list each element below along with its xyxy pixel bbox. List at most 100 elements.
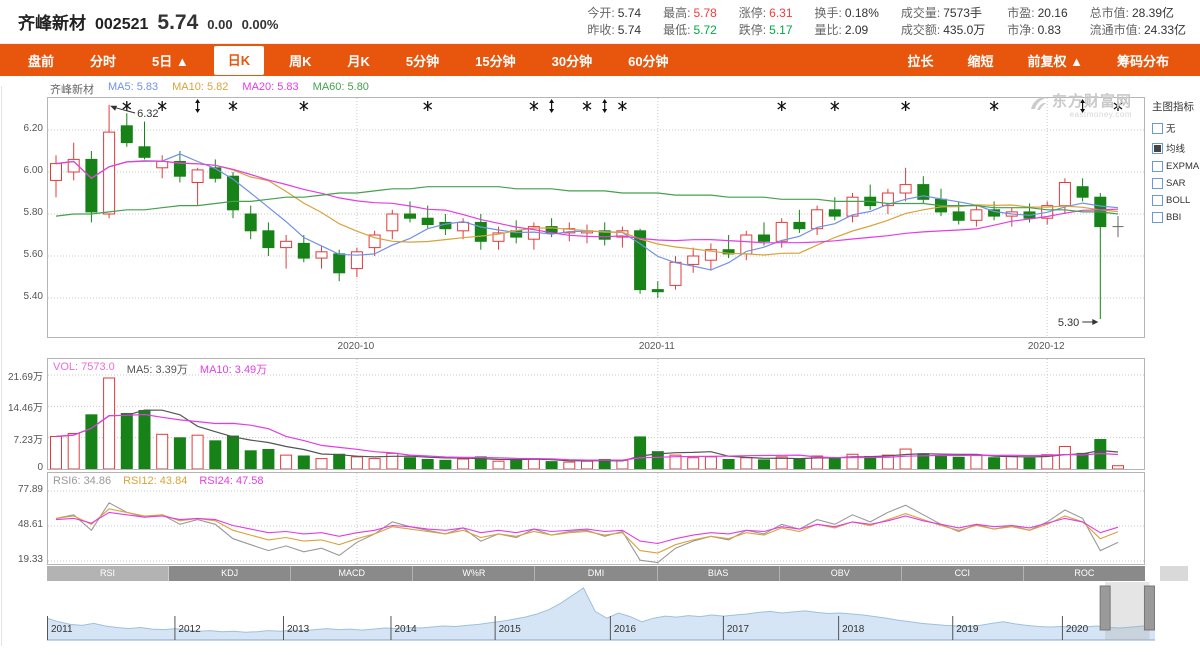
stat-column: 换手:0.18% 量比:2.09 <box>815 5 879 39</box>
history-timeline[interactable]: 2011201220132014201520162017201820192020 <box>47 582 1155 642</box>
stat-value: 7573手 <box>943 6 982 20</box>
indicator-checkbox[interactable] <box>1152 212 1163 223</box>
stock-title-group: 齐峰新材 002521 5.74 0.00 0.00% <box>18 9 278 35</box>
stat-label: 换手: <box>815 6 842 20</box>
indicator-option[interactable]: BBI <box>1152 212 1198 223</box>
period-tab[interactable]: 月K <box>337 46 381 75</box>
timeline-left-handle[interactable] <box>1100 586 1110 630</box>
period-tab[interactable]: 15分钟 <box>464 46 526 75</box>
period-tab[interactable]: 60分钟 <box>617 46 679 75</box>
main-chart-legend: 齐峰新材 MA5: 5.83 MA10: 5.82 MA20: 5.83 MA6… <box>50 81 369 97</box>
period-tab[interactable]: 5分钟 <box>395 46 450 75</box>
stock-name: 齐峰新材 <box>18 9 86 34</box>
stat-label: 总市值: <box>1090 6 1129 20</box>
y-axis-tick: 6.00 <box>0 165 43 176</box>
stock-code: 002521 <box>95 16 148 34</box>
y-axis-tick: 5.80 <box>0 207 43 218</box>
chart-tool-button[interactable]: 前复权 ▲ <box>1017 46 1094 75</box>
indicator-option[interactable]: 均线 <box>1152 141 1198 155</box>
stat-column: 市盈:20.16市净:0.83 <box>1007 5 1067 39</box>
indicator-tab[interactable]: RSI <box>47 566 169 581</box>
indicator-tab[interactable]: KDJ <box>169 566 291 581</box>
stat-column: 涨停:6.31跌停:5.17 <box>739 5 793 39</box>
stat-label: 量比: <box>815 23 842 37</box>
timeline-year-label: 2018 <box>842 624 865 635</box>
indicator-tab[interactable]: MACD <box>291 566 413 581</box>
x-axis-label: 2020-11 <box>625 341 689 352</box>
stat-row: 量比:2.09 <box>815 22 879 39</box>
sidebar-title: 主图指标 <box>1152 99 1198 114</box>
chart-tool-button[interactable]: 筹码分布 <box>1106 46 1180 75</box>
indicator-tab[interactable]: DMI <box>535 566 657 581</box>
indicator-bar-handle[interactable] <box>1160 566 1188 581</box>
low-annotation: 5.30 <box>1058 317 1079 329</box>
period-tab[interactable]: 周K <box>278 46 322 75</box>
header-stats: 今开:5.74昨收:5.74最高:5.78最低:5.72涨停:6.31跌停:5.… <box>587 5 1186 39</box>
stat-row: 市净:0.83 <box>1007 22 1067 39</box>
indicator-option[interactable]: 无 <box>1152 121 1198 135</box>
indicator-option-label: BOLL <box>1166 195 1190 206</box>
chart-tool-button[interactable]: 缩短 <box>956 46 1004 75</box>
indicator-tab[interactable]: W%R <box>413 566 535 581</box>
indicator-option[interactable]: SAR <box>1152 178 1198 189</box>
indicator-option-label: 无 <box>1166 121 1176 135</box>
timeline-year-label: 2016 <box>614 624 637 635</box>
stock-header: 齐峰新材 002521 5.74 0.00 0.00% 今开:5.74昨收:5.… <box>0 0 1200 44</box>
sidebar-options: 无均线 EXPMA SAR BOLL BBI <box>1152 121 1198 223</box>
y-axis-tick: 7.23万 <box>0 431 43 446</box>
indicator-checkbox[interactable] <box>1152 178 1163 189</box>
stat-value: 5.74 <box>618 23 641 37</box>
stat-column: 总市值:28.39亿流通市值:24.33亿 <box>1090 5 1186 39</box>
legend-rsi12: RSI12: 43.84 <box>123 475 187 487</box>
indicator-checkbox[interactable] <box>1152 195 1163 206</box>
stock-price: 5.74 <box>157 11 198 35</box>
stat-value: 20.16 <box>1038 6 1068 20</box>
timeline-year-label: 2017 <box>727 624 750 635</box>
indicator-option-label: BBI <box>1166 212 1181 223</box>
main-indicator-sidebar: 主图指标 无均线 EXPMA SAR BOLL BBI <box>1152 99 1198 229</box>
y-axis-tick: 77.89 <box>0 484 43 495</box>
stat-value: 0.18% <box>845 6 879 20</box>
stat-row: 总市值:28.39亿 <box>1090 5 1186 22</box>
y-axis-tick: 6.20 <box>0 123 43 134</box>
indicator-checkbox[interactable] <box>1152 161 1163 172</box>
stat-value: 435.0万 <box>943 23 985 37</box>
stock-chart-app: 齐峰新材 002521 5.74 0.00 0.00% 今开:5.74昨收:5.… <box>0 0 1200 655</box>
indicator-tab-bar: RSIKDJMACDW%RDMIBIASOBVCCIROC <box>47 566 1145 581</box>
period-tab[interactable]: 30分钟 <box>541 46 603 75</box>
timeline-year-label: 2019 <box>956 624 979 635</box>
stat-row: 最低:5.72 <box>663 22 717 39</box>
stat-value: 24.33亿 <box>1144 23 1186 37</box>
legend-vol: VOL: 7573.0 <box>53 361 115 377</box>
indicator-tab[interactable]: CCI <box>902 566 1024 581</box>
indicator-tab[interactable]: BIAS <box>658 566 780 581</box>
timeline-year-label: 2020 <box>1066 624 1089 635</box>
y-axis-tick: 0 <box>0 462 43 473</box>
legend-ma5: MA5: 5.83 <box>108 81 158 97</box>
timeline-year-label: 2015 <box>499 624 522 635</box>
indicator-option[interactable]: BOLL <box>1152 195 1198 206</box>
period-tab[interactable]: 分时 <box>79 46 127 75</box>
stat-row: 最高:5.78 <box>663 5 717 22</box>
period-tab[interactable]: 5日 ▲ <box>141 46 200 75</box>
y-axis-tick: 5.40 <box>0 291 43 302</box>
legend-rsi6: RSI6: 34.86 <box>53 475 111 487</box>
stat-label: 涨停: <box>739 6 766 20</box>
legend-rsi24: RSI24: 47.58 <box>199 475 263 487</box>
chart-tool-button[interactable]: 拉长 <box>896 46 944 75</box>
period-tab[interactable]: 盘前 <box>17 46 65 75</box>
stat-value: 5.78 <box>693 6 716 20</box>
indicator-checkbox[interactable] <box>1152 143 1163 154</box>
timeline-year-label: 2013 <box>287 624 310 635</box>
indicator-option[interactable]: EXPMA <box>1152 161 1198 172</box>
indicator-tab[interactable]: ROC <box>1024 566 1145 581</box>
timeline-year-label: 2014 <box>394 624 417 635</box>
timeline-right-handle[interactable] <box>1144 586 1154 630</box>
period-tab[interactable]: 日K <box>214 46 264 75</box>
timeline-selection-window[interactable] <box>1105 582 1149 640</box>
y-axis-tick: 14.46万 <box>0 399 43 414</box>
stat-row: 成交量:7573手 <box>901 5 985 22</box>
indicator-checkbox[interactable] <box>1152 123 1163 134</box>
candlestick-chart[interactable]: 6.325.30 <box>47 97 1145 338</box>
indicator-tab[interactable]: OBV <box>780 566 902 581</box>
